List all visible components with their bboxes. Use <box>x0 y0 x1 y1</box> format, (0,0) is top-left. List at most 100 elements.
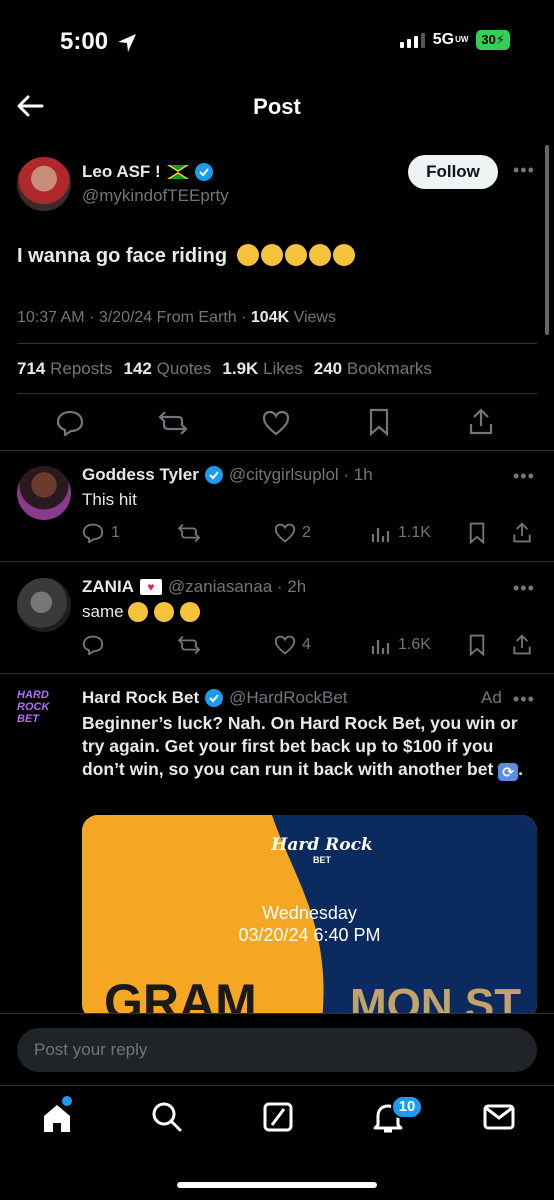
battery-level: 30 <box>481 32 496 47</box>
logo-line1: Hard Rock <box>271 835 373 855</box>
author-avatar[interactable] <box>17 157 71 211</box>
reply-input[interactable]: Post your reply <box>17 1028 537 1072</box>
views-icon[interactable] <box>371 524 391 544</box>
game-day: Wednesday <box>262 903 357 923</box>
jamaica-flag-icon <box>166 165 189 179</box>
views-label: Views <box>293 309 336 326</box>
author-name-line[interactable]: Leo ASF ! <box>82 162 213 182</box>
bookmark-icon[interactable] <box>468 522 486 544</box>
page-title: Post <box>253 94 301 119</box>
more-options-icon[interactable]: ••• <box>513 466 535 487</box>
ad-header[interactable]: Hard Rock Bet @HardRockBet <box>82 688 348 708</box>
post-meta: 10:37 AM · 3/20/24 From Earth · 104K Vie… <box>17 309 336 327</box>
status-time: 5:00 <box>60 28 109 55</box>
hard-rock-logo: Hard Rock BET <box>267 835 377 865</box>
stat-bookmarks[interactable]: 240 Bookmarks <box>314 359 432 379</box>
ad-author-name[interactable]: Hard Rock Bet <box>82 688 199 708</box>
scrollbar[interactable] <box>545 145 549 335</box>
ad-media-card[interactable]: Hard Rock BET Wednesday 03/20/24 6:40 PM… <box>82 815 537 1020</box>
divider <box>0 673 554 674</box>
views-count: 104K <box>250 309 290 326</box>
pleading-emoji-icon <box>153 602 174 622</box>
ad-text: Beginner’s luck? Nah. On Hard Rock Bet, … <box>82 713 518 779</box>
divider <box>17 343 537 344</box>
stat-quotes[interactable]: 142 Quotes <box>123 359 211 379</box>
signal-icon <box>399 32 425 48</box>
like-count: 4 <box>302 636 311 653</box>
more-options-icon[interactable]: ••• <box>513 578 535 599</box>
network-sub-label: UW <box>455 35 469 44</box>
status-indicators: 5G UW 30⚡ <box>399 30 510 50</box>
repost-icon[interactable] <box>176 635 202 655</box>
reply-icon[interactable] <box>82 523 104 543</box>
divider <box>0 450 554 451</box>
reply-avatar[interactable] <box>17 578 71 632</box>
reply-placeholder: Post your reply <box>34 1040 148 1059</box>
reply-author-name[interactable]: ZANIA <box>82 577 134 597</box>
battery-indicator: 30⚡ <box>476 30 510 50</box>
home-icon[interactable] <box>40 1101 74 1135</box>
verified-badge-icon <box>205 689 224 707</box>
location-arrow-icon <box>118 34 136 52</box>
verified-badge-icon <box>204 466 223 484</box>
reply-icon[interactable] <box>82 635 104 655</box>
stat-reposts[interactable]: 714 Reposts <box>17 359 112 379</box>
follow-button[interactable]: Follow <box>408 155 498 189</box>
reply-text-line: same <box>82 602 202 622</box>
reply-author-name[interactable]: Goddess Tyler <box>82 465 199 485</box>
post-text-line: I wanna go face riding <box>17 244 357 268</box>
reply-count: 1 <box>111 524 120 541</box>
share-icon[interactable] <box>512 522 532 544</box>
reply-header[interactable]: Goddess Tyler @citygirlsuplol · 1h <box>82 465 373 485</box>
reply-avatar[interactable] <box>17 466 71 520</box>
more-options-icon[interactable]: ••• <box>513 689 535 710</box>
messages-envelope-icon[interactable] <box>483 1104 515 1130</box>
repeat-emoji-icon: ⟳ <box>498 763 519 781</box>
reply-handle-time[interactable]: @zaniasanaa · 2h <box>168 577 306 597</box>
repost-icon[interactable] <box>158 410 188 436</box>
post-timestamp: 10:37 AM · 3/20/24 From Earth · <box>17 309 247 326</box>
reply-text: This hit <box>82 490 137 509</box>
like-count: 2 <box>302 524 311 541</box>
ad-text-block: Beginner’s luck? Nah. On Hard Rock Bet, … <box>82 713 524 781</box>
view-count: 1.1K <box>398 524 431 541</box>
like-icon[interactable] <box>274 523 296 543</box>
share-icon[interactable] <box>512 634 532 656</box>
reply-header[interactable]: ZANIA ♥ @zaniasanaa · 2h <box>82 577 306 597</box>
logo-line2: BET <box>313 855 331 865</box>
pleading-emoji-icon <box>127 602 148 622</box>
grok-icon[interactable] <box>262 1101 294 1133</box>
ad-avatar[interactable]: HARD ROCK BET <box>17 689 71 743</box>
reply-handle-time[interactable]: @citygirlsuplol · 1h <box>229 465 373 485</box>
network-label: 5G <box>432 31 455 48</box>
views-icon[interactable] <box>371 636 391 656</box>
author-name[interactable]: Leo ASF ! <box>82 162 161 182</box>
bookmark-icon[interactable] <box>368 408 390 436</box>
heart-letter-icon: ♥ <box>139 579 162 595</box>
divider <box>0 561 554 562</box>
view-count: 1.6K <box>398 636 431 653</box>
home-notification-dot <box>62 1096 72 1106</box>
verified-badge-icon <box>194 163 213 181</box>
post-text: I wanna go face riding <box>17 245 228 267</box>
more-options-icon[interactable]: ••• <box>513 160 535 181</box>
search-icon[interactable] <box>151 1101 183 1133</box>
notifications-badge: 10 <box>391 1095 423 1119</box>
bookmark-icon[interactable] <box>468 634 486 656</box>
laughing-emoji-icon <box>179 602 200 622</box>
like-icon[interactable] <box>262 410 290 436</box>
ad-handle[interactable]: @HardRockBet <box>229 688 347 708</box>
share-icon[interactable] <box>468 408 494 436</box>
stat-likes[interactable]: 1.9K Likes <box>222 359 302 379</box>
divider <box>17 393 537 394</box>
reply-icon[interactable] <box>56 410 84 436</box>
home-indicator[interactable] <box>177 1182 377 1188</box>
reply-text: same <box>82 602 124 621</box>
post-stats: 714 Reposts 142 Quotes 1.9K Likes 240 Bo… <box>17 359 432 379</box>
crying-emoji-icon <box>236 244 357 267</box>
like-icon[interactable] <box>274 635 296 655</box>
author-handle[interactable]: @mykindofTEEprty <box>82 186 229 206</box>
ad-label: Ad <box>481 688 502 707</box>
repost-icon[interactable] <box>176 523 202 543</box>
game-datetime: 03/20/24 6:40 PM <box>238 925 381 945</box>
